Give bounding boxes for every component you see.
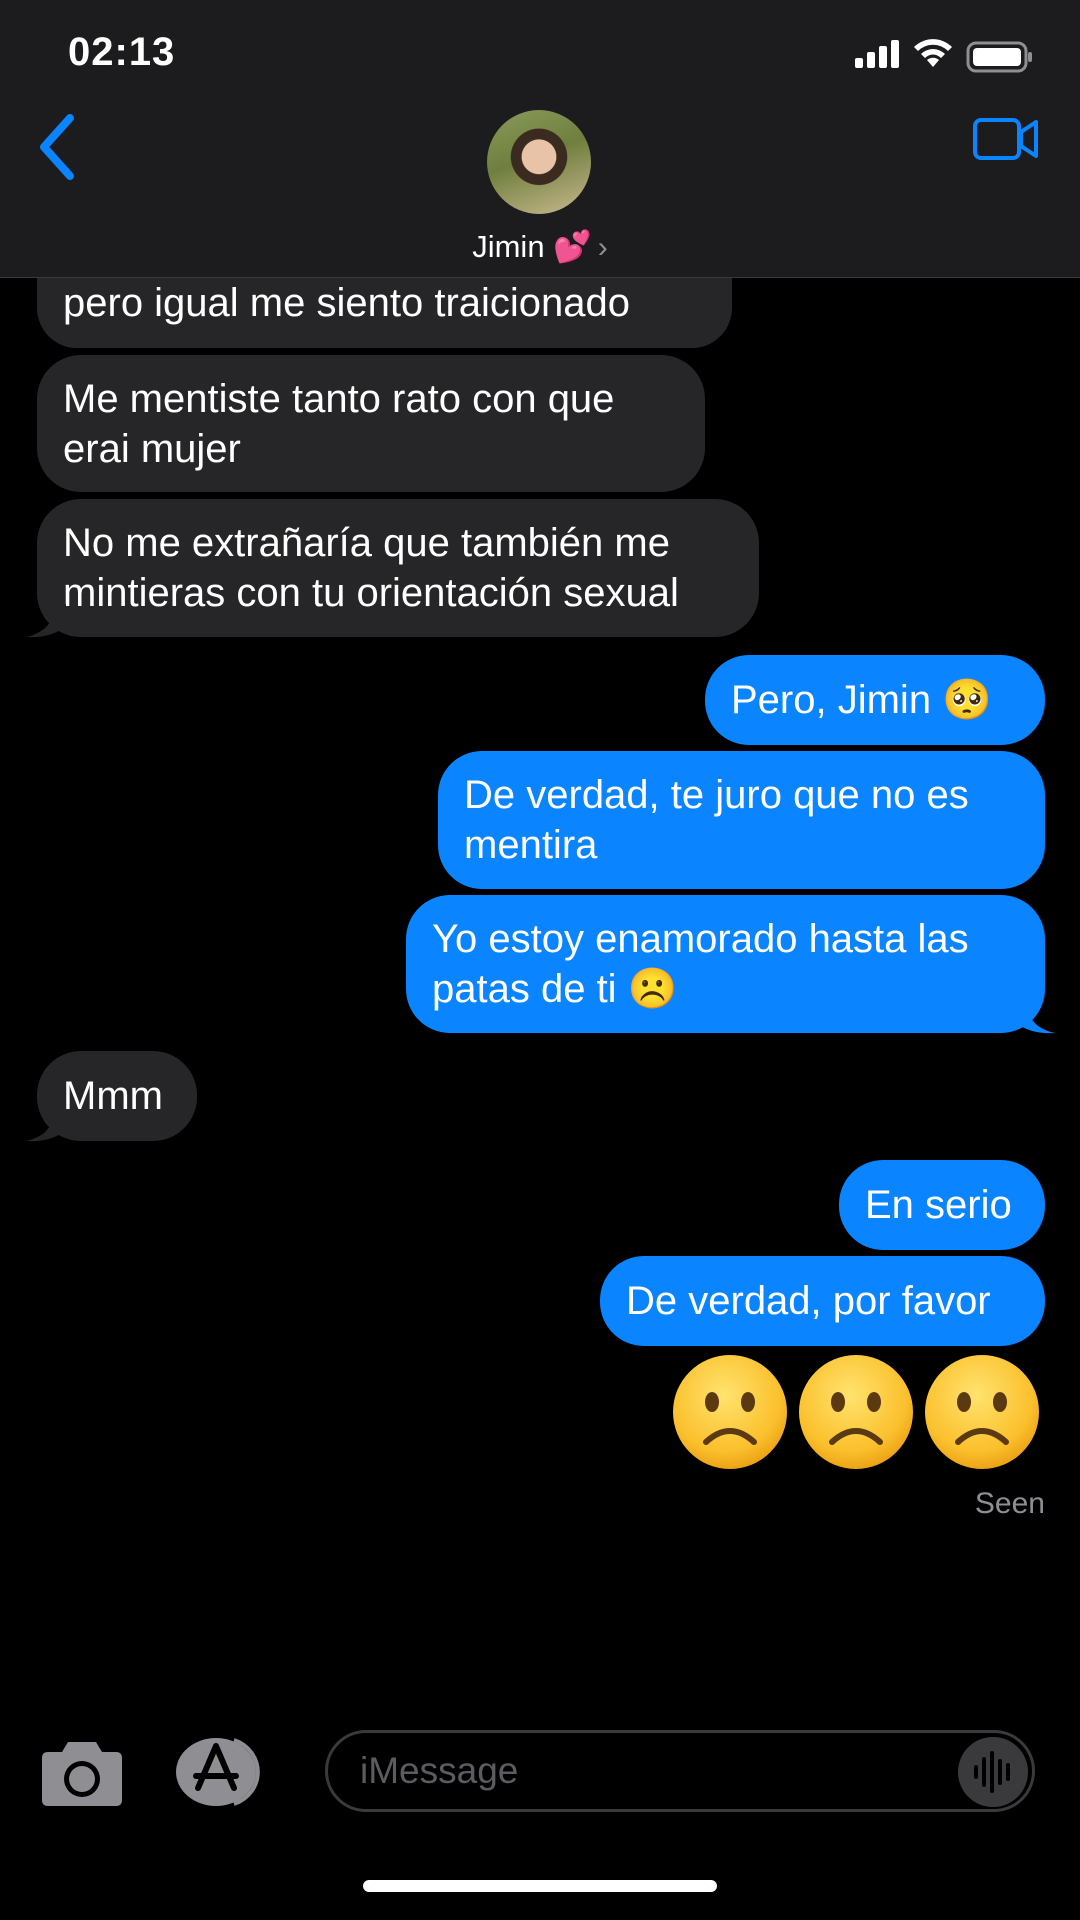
bubble-tail [1015,1000,1055,1034]
sent-message-bubble[interactable]: En serio [839,1160,1045,1250]
received-message-bubble[interactable]: Me mentiste tanto rato con que erai muje… [37,355,705,492]
status-bar-time: 02:13 [68,30,176,74]
contact-name: Jimin 💕 [472,229,592,264]
home-indicator [363,1880,717,1892]
message-text: Pero, Jimin 🥺 [731,678,992,722]
message-text: Me mentiste tanto rato con que erai muje… [63,376,615,471]
message-text: Mmm [63,1074,163,1118]
received-message-bubble[interactable]: No me extrañaría que también me mintiera… [37,499,759,637]
bubble-tail [26,1108,66,1142]
sent-message-bubble[interactable]: De verdad, por favor [600,1256,1045,1346]
message-text: En serio [865,1183,1012,1227]
audio-waveform-icon[interactable] [958,1737,1028,1807]
app-store-icon[interactable] [176,1736,272,1808]
sent-message-bubble[interactable]: De verdad, te juro que no es mentira [438,751,1045,889]
wifi-icon [914,39,952,67]
contact-name-row[interactable]: Jimin 💕 › [0,228,1080,265]
back-chevron-icon[interactable] [34,112,84,182]
message-text: Yo estoy enamorado hasta las patas de ti… [432,917,969,1011]
message-text: No me extrañaría que también me mintiera… [63,521,679,615]
camera-icon[interactable] [40,1736,124,1808]
message-text: De verdad, por favor [626,1279,991,1323]
conversation-header: 02:13 Jimin 💕 › [0,0,1080,278]
frowning-face-emoji[interactable] [670,1352,790,1472]
read-receipt: Seen [974,1487,1045,1520]
battery-icon [966,41,1032,73]
bubble-tail [26,604,66,638]
message-text: pero igual me siento traicionado [63,281,631,325]
frowning-face-emoji[interactable] [796,1352,916,1472]
imessage-input[interactable] [325,1730,1035,1812]
contact-avatar[interactable] [487,110,591,214]
cellular-signal-icon [855,40,899,68]
sent-message-bubble[interactable]: Pero, Jimin 🥺 [705,655,1045,745]
frowning-face-emoji[interactable] [922,1352,1042,1472]
video-camera-icon[interactable] [972,114,1040,164]
sent-message-bubble[interactable]: Yo estoy enamorado hasta las patas de ti… [406,895,1045,1033]
chevron-right-icon: › [597,231,608,264]
message-text: De verdad, te juro que no es mentira [464,773,969,867]
